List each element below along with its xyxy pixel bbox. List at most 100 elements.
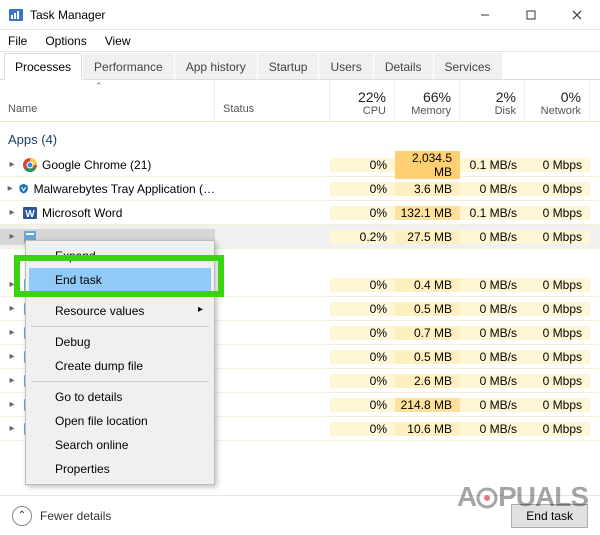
window-title: Task Manager: [30, 8, 462, 22]
disclosure-icon[interactable]: ▸: [6, 183, 14, 194]
memory-value: 2,034.5 MB: [395, 151, 460, 179]
disk-label: Disk: [495, 105, 516, 117]
titlebar: Task Manager: [0, 0, 600, 30]
tab-details[interactable]: Details: [374, 53, 433, 80]
menu-file[interactable]: File: [6, 32, 29, 50]
fewer-details-label: Fewer details: [40, 509, 111, 523]
memory-value: 27.5 MB: [395, 230, 460, 244]
memory-value: 0.7 MB: [395, 326, 460, 340]
ctx-properties[interactable]: Properties: [29, 457, 211, 481]
disk-value: 0 MB/s: [460, 278, 525, 292]
network-label: Network: [541, 105, 581, 117]
header-status-label: Status: [223, 103, 254, 115]
disclosure-icon[interactable]: ▸: [6, 423, 18, 434]
header-network[interactable]: 0% Network: [525, 80, 590, 121]
close-button[interactable]: [554, 0, 600, 30]
fewer-details-button[interactable]: ⌃ Fewer details: [12, 506, 111, 526]
maximize-button[interactable]: [508, 0, 554, 30]
disclosure-icon[interactable]: ▸: [6, 327, 18, 338]
ctx-open-file-location[interactable]: Open file location: [29, 409, 211, 433]
cpu-value: 0%: [330, 302, 395, 316]
menu-view[interactable]: View: [103, 32, 133, 50]
disclosure-icon[interactable]: ▸: [6, 351, 18, 362]
sort-indicator-icon: ⌃: [95, 81, 103, 92]
cpu-value: 0%: [330, 206, 395, 220]
network-value: 0 Mbps: [525, 350, 590, 364]
disk-percent: 2%: [496, 89, 516, 105]
header-name[interactable]: ⌃ Name: [0, 80, 215, 121]
disk-value: 0.1 MB/s: [460, 206, 525, 220]
cpu-value: 0%: [330, 374, 395, 388]
tabstrip: Processes Performance App history Startu…: [0, 52, 600, 80]
cpu-value: 0%: [330, 350, 395, 364]
end-task-button[interactable]: End task: [511, 504, 588, 528]
memory-value: 214.8 MB: [395, 398, 460, 412]
memory-value: 0.5 MB: [395, 350, 460, 364]
menu-options[interactable]: Options: [43, 32, 88, 50]
disclosure-icon[interactable]: ▸: [6, 375, 18, 386]
ctx-separator: [31, 295, 209, 296]
disk-value: 0.1 MB/s: [460, 158, 525, 172]
ctx-expand[interactable]: Expand: [29, 244, 211, 268]
ctx-end-task[interactable]: End task: [29, 268, 211, 292]
process-row[interactable]: ▸Google Chrome (21)0%2,034.5 MB0.1 MB/s0…: [0, 153, 600, 177]
header-cpu[interactable]: 22% CPU: [330, 80, 395, 121]
app-icon: [18, 181, 29, 197]
header-disk[interactable]: 2% Disk: [460, 80, 525, 121]
header-name-label: Name: [8, 103, 37, 115]
menubar: File Options View: [0, 30, 600, 52]
disclosure-icon[interactable]: ▸: [6, 399, 18, 410]
memory-value: 0.5 MB: [395, 302, 460, 316]
tab-users[interactable]: Users: [319, 53, 372, 80]
tab-startup[interactable]: Startup: [258, 53, 319, 80]
network-percent: 0%: [561, 89, 581, 105]
process-name: Malwarebytes Tray Application (…: [34, 182, 215, 196]
app-icon: [22, 157, 38, 173]
disk-value: 0 MB/s: [460, 326, 525, 340]
ctx-go-to-details[interactable]: Go to details: [29, 385, 211, 409]
network-value: 0 Mbps: [525, 230, 590, 244]
header-status[interactable]: Status: [215, 80, 330, 121]
process-name: Microsoft Word: [42, 206, 122, 220]
disk-value: 0 MB/s: [460, 422, 525, 436]
context-menu: Expand End task Resource values ▸ Debug …: [25, 240, 215, 485]
process-name-cell: ▸ W Microsoft Word: [0, 205, 215, 221]
network-value: 0 Mbps: [525, 422, 590, 436]
cpu-value: 0%: [330, 278, 395, 292]
cpu-value: 0.2%: [330, 230, 395, 244]
disclosure-icon[interactable]: ▸: [6, 279, 18, 290]
memory-value: 3.6 MB: [395, 182, 460, 196]
disk-value: 0 MB/s: [460, 230, 525, 244]
tab-performance[interactable]: Performance: [83, 53, 174, 80]
disclosure-icon[interactable]: ▸: [6, 303, 18, 314]
ctx-create-dump[interactable]: Create dump file: [29, 354, 211, 378]
ctx-search-online[interactable]: Search online: [29, 433, 211, 457]
ctx-debug[interactable]: Debug: [29, 330, 211, 354]
cpu-value: 0%: [330, 398, 395, 412]
network-value: 0 Mbps: [525, 398, 590, 412]
ctx-resource-values[interactable]: Resource values ▸: [29, 299, 211, 323]
process-row[interactable]: ▸ Malwarebytes Tray Application (… 0%3.6 M…: [0, 177, 600, 201]
tab-processes[interactable]: Processes: [4, 53, 82, 80]
header-memory[interactable]: 66% Memory: [395, 80, 460, 121]
cpu-label: CPU: [363, 105, 386, 117]
group-apps[interactable]: Apps (4): [0, 122, 600, 153]
ctx-separator: [31, 326, 209, 327]
app-icon: W: [22, 205, 38, 221]
disk-value: 0 MB/s: [460, 350, 525, 364]
process-row[interactable]: ▸WMicrosoft Word0%132.1 MB0.1 MB/s0 Mbps: [0, 201, 600, 225]
minimize-button[interactable]: [462, 0, 508, 30]
network-value: 0 Mbps: [525, 326, 590, 340]
cpu-value: 0%: [330, 158, 395, 172]
memory-value: 0.4 MB: [395, 278, 460, 292]
disclosure-icon[interactable]: ▸: [6, 207, 18, 218]
process-name-cell: ▸ Malwarebytes Tray Application (…: [0, 181, 215, 197]
tab-services[interactable]: Services: [434, 53, 502, 80]
memory-label: Memory: [411, 105, 451, 117]
disclosure-icon[interactable]: ▸: [6, 231, 18, 242]
cpu-value: 0%: [330, 182, 395, 196]
ctx-resource-values-label: Resource values: [55, 304, 144, 318]
memory-value: 10.6 MB: [395, 422, 460, 436]
disclosure-icon[interactable]: ▸: [6, 159, 18, 170]
tab-app-history[interactable]: App history: [175, 53, 257, 80]
